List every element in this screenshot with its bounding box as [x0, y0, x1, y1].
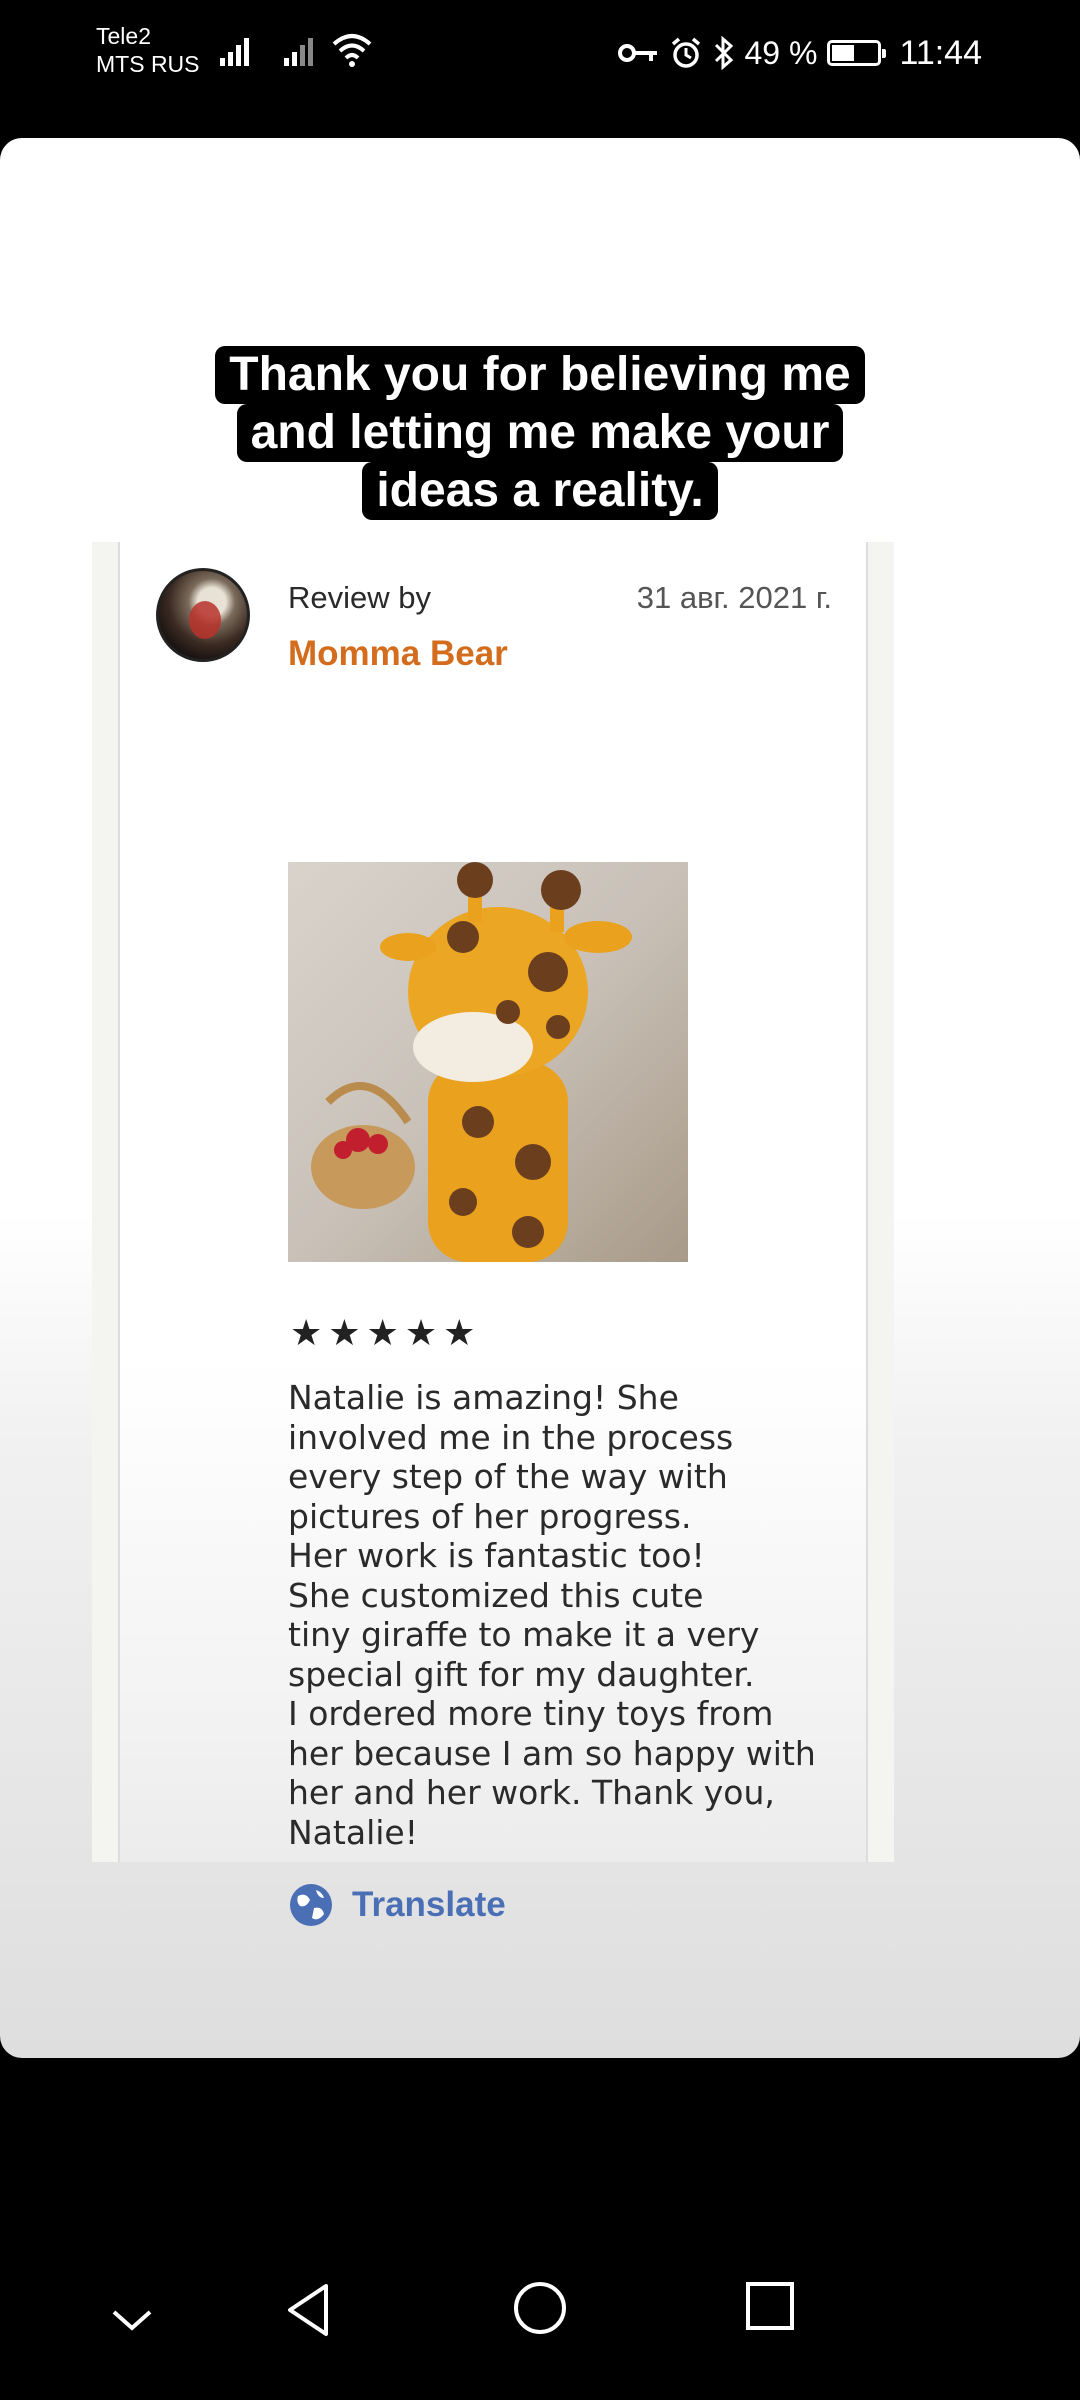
chevron-down-icon[interactable]: [108, 2306, 156, 2336]
story-caption: Thank you for believing me and letting m…: [0, 346, 1080, 520]
vpn-key-icon: [617, 44, 657, 62]
back-icon[interactable]: [282, 2280, 334, 2340]
review-photo: [288, 862, 688, 1262]
alarm-icon: [671, 37, 700, 68]
review-by-label: Review by: [288, 580, 431, 615]
caption-line: and letting me make your: [236, 404, 844, 462]
rating-stars: ★★★★★: [290, 1312, 482, 1353]
translate-label: Translate: [352, 1885, 506, 1924]
translate-button[interactable]: Translate: [288, 1882, 506, 1928]
review-date: 31 авг. 2021 г.: [636, 580, 832, 615]
wifi-icon: [332, 34, 372, 67]
home-icon[interactable]: [512, 2280, 568, 2336]
review-text: Natalie is amazing! She involved me in t…: [288, 1378, 816, 1852]
battery-icon: [827, 40, 887, 66]
review-screenshot: Review by Momma Bear 31 авг. 2021 г. ★★★…: [92, 542, 894, 1926]
status-icons: 49 % 11:44: [617, 28, 982, 78]
caption-line: ideas a reality.: [362, 462, 718, 520]
signal-icon: [220, 38, 249, 66]
recents-icon[interactable]: [744, 2280, 796, 2332]
review-author[interactable]: Momma Bear: [288, 634, 508, 674]
avatar: [156, 568, 250, 662]
giraffe-toy-image: [311, 862, 632, 1262]
navigation-bar: [0, 2240, 1080, 2400]
carrier-1: Tele2: [96, 23, 151, 49]
carrier-2: MTS RUS: [96, 51, 200, 77]
battery-percent: 49 %: [744, 34, 818, 71]
caption-line: Thank you for believing me: [215, 346, 865, 404]
globe-icon: [290, 1884, 332, 1926]
story-card[interactable]: Thank you for believing me and letting m…: [0, 138, 1080, 2058]
signal-icon: [284, 38, 313, 66]
status-bar: Tele2 MTS RUS 49 % 11:44: [0, 0, 1080, 110]
carrier-info: Tele2 MTS RUS: [96, 22, 200, 78]
clock: 11:44: [899, 33, 982, 72]
bluetooth-icon: [714, 36, 733, 70]
